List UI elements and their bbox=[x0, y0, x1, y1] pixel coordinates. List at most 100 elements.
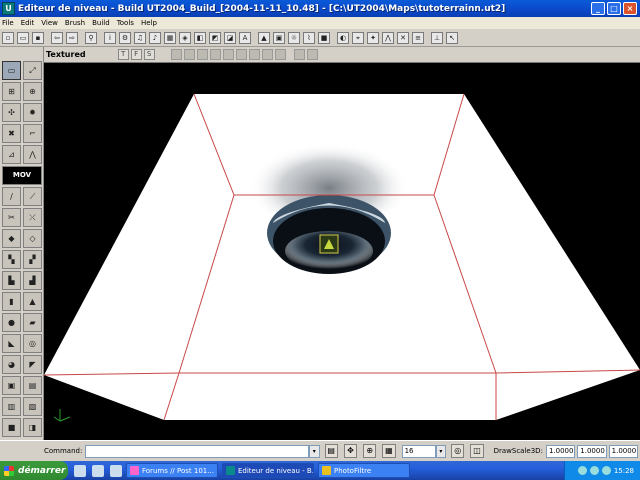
maximize-button[interactable]: □ bbox=[607, 2, 621, 15]
menu-edit[interactable]: Edit bbox=[21, 19, 35, 27]
mesh-icon[interactable]: ◈ bbox=[179, 31, 191, 44]
add-mover-icon[interactable]: ■ bbox=[2, 418, 21, 437]
undo-arrow-icon[interactable]: ⇦ bbox=[51, 31, 63, 44]
find-icon[interactable]: ⚲ bbox=[85, 31, 97, 44]
matinee-mov-tool[interactable]: MOV bbox=[2, 166, 42, 185]
grid-size-select[interactable]: 16 bbox=[401, 444, 436, 458]
save-icon[interactable]: ▪ bbox=[32, 31, 44, 44]
bevel-brush-icon[interactable]: ◕ bbox=[2, 355, 21, 374]
menu-build[interactable]: Build bbox=[92, 19, 110, 27]
menu-help[interactable]: Help bbox=[141, 19, 157, 27]
csg-intersect-icon[interactable]: ▥ bbox=[2, 397, 21, 416]
new-icon[interactable]: ▫ bbox=[2, 31, 14, 44]
drawscale-z-field[interactable]: 1.0000 bbox=[608, 444, 639, 458]
scale-tool-icon[interactable]: ⊞ bbox=[2, 82, 21, 101]
csg-subtract-icon[interactable]: ▤ bbox=[23, 376, 42, 395]
redo-arrow-icon[interactable]: ⇨ bbox=[66, 31, 78, 44]
start-button[interactable]: démarrer bbox=[0, 461, 68, 480]
sphere-brush-icon[interactable]: ● bbox=[2, 313, 21, 332]
polygon-tool-icon[interactable]: ⌐ bbox=[23, 124, 42, 143]
taskbar-task-editor[interactable]: Editeur de niveau - B... bbox=[222, 463, 314, 478]
animation-icon[interactable]: ◩ bbox=[209, 31, 221, 44]
curved-stairs-brush-icon[interactable]: ▞ bbox=[23, 250, 42, 269]
info-icon[interactable]: i bbox=[104, 31, 116, 44]
texture-pan-tool-icon[interactable]: ⊿ bbox=[2, 145, 21, 164]
group-icon[interactable]: ▲ bbox=[258, 31, 270, 44]
view-mode-lighting-icon[interactable] bbox=[222, 49, 234, 60]
torus-brush-icon[interactable]: ◎ bbox=[23, 334, 42, 353]
view-mode-zone-icon[interactable] bbox=[183, 49, 195, 60]
viewport-options-icon[interactable] bbox=[306, 49, 318, 60]
tray-volume-icon[interactable] bbox=[589, 466, 599, 475]
play-icon[interactable]: ◐ bbox=[337, 31, 349, 44]
camera-move-tool-icon[interactable]: ▭ bbox=[2, 61, 21, 80]
csg-deintersect-icon[interactable]: ▧ bbox=[23, 397, 42, 416]
tray-network-icon[interactable] bbox=[577, 466, 587, 475]
linear-stairs-brush-icon[interactable]: ▟ bbox=[23, 271, 42, 290]
cylinder-brush-icon[interactable]: ▮ bbox=[2, 292, 21, 311]
lofted-brush-icon[interactable]: ◤ bbox=[23, 355, 42, 374]
music-icon[interactable]: ♫ bbox=[134, 31, 146, 44]
command-input[interactable] bbox=[85, 444, 310, 458]
taskbar-task-forums[interactable]: Forums // Post 101... bbox=[126, 463, 218, 478]
build-paths-icon[interactable]: ⌇ bbox=[303, 31, 315, 44]
build-geometry-icon[interactable]: ▣ bbox=[273, 31, 285, 44]
camera-icon[interactable]: ⌖ bbox=[352, 31, 364, 44]
mesh-paint-tool-icon[interactable]: ⋀ bbox=[23, 145, 42, 164]
view-mode-depth-icon[interactable] bbox=[235, 49, 247, 60]
viewport-camera-icon[interactable] bbox=[293, 49, 305, 60]
rotation-lock-icon[interactable]: ⊕ bbox=[363, 444, 377, 458]
csg-add-icon[interactable]: ▣ bbox=[2, 376, 21, 395]
menu-file[interactable]: File bbox=[2, 19, 14, 27]
viewport-lock-f[interactable]: F bbox=[130, 49, 142, 60]
grid-size-dropdown-icon[interactable]: ▾ bbox=[435, 444, 447, 458]
build-all-icon[interactable]: ■ bbox=[318, 31, 330, 44]
sound-icon[interactable]: ♪ bbox=[149, 31, 161, 44]
menu-brush[interactable]: Brush bbox=[65, 19, 85, 27]
menu-tools[interactable]: Tools bbox=[117, 19, 134, 27]
minimize-button[interactable]: _ bbox=[591, 2, 605, 15]
snap-vertex-icon[interactable]: ✥ bbox=[343, 444, 358, 458]
light-icon[interactable]: ✦ bbox=[367, 31, 379, 44]
actor-icon[interactable]: ⚙ bbox=[119, 31, 131, 44]
face-drag-tool-icon[interactable]: ✹ bbox=[23, 103, 42, 122]
view-mode-texture-icon[interactable] bbox=[196, 49, 208, 60]
clip-tool-icon[interactable]: ∕ bbox=[2, 187, 21, 206]
taskbar-task-photofiltre[interactable]: PhotoFiltre bbox=[318, 463, 410, 478]
terrain-icon[interactable]: ⋀ bbox=[382, 31, 394, 44]
terrain-brush-icon[interactable]: ◣ bbox=[2, 334, 21, 353]
cursor-icon[interactable]: ↖ bbox=[446, 31, 458, 44]
spiral-stairs-brush-icon[interactable]: ▙ bbox=[2, 271, 21, 290]
open-icon[interactable]: ▭ bbox=[17, 31, 29, 44]
viewport-mode-label[interactable]: Textured bbox=[46, 50, 86, 59]
drawscale-y-field[interactable]: 1.0000 bbox=[577, 444, 607, 458]
stairs-brush-icon[interactable]: ▚ bbox=[2, 250, 21, 269]
view-mode-dynlight-icon[interactable] bbox=[209, 49, 221, 60]
rotate-tool-icon[interactable]: ⊕ bbox=[23, 82, 42, 101]
quicklaunch-desktop-icon[interactable] bbox=[92, 464, 104, 477]
texture-icon[interactable]: ▦ bbox=[164, 31, 176, 44]
font-icon[interactable]: A bbox=[239, 31, 251, 44]
add-special-icon[interactable]: ◨ bbox=[23, 418, 42, 437]
volumetric-brush-icon[interactable]: ▰ bbox=[23, 313, 42, 332]
tray-security-icon[interactable] bbox=[601, 466, 611, 475]
unreal-u-icon[interactable]: U bbox=[2, 2, 15, 15]
view-mode-unlit-icon[interactable] bbox=[248, 49, 260, 60]
menu-view[interactable]: View bbox=[41, 19, 58, 27]
grid-toggle-icon[interactable]: ▦ bbox=[382, 444, 396, 458]
view-mode-wire-icon[interactable] bbox=[170, 49, 182, 60]
viewport-lock-t[interactable]: T bbox=[117, 49, 129, 60]
clock[interactable]: 15:28 bbox=[614, 467, 634, 475]
3d-viewport[interactable] bbox=[44, 63, 640, 440]
close-button[interactable]: × bbox=[623, 2, 637, 15]
viewport-lock-s[interactable]: S bbox=[143, 49, 155, 60]
build-lighting-icon[interactable]: ☼ bbox=[288, 31, 300, 44]
sheet-brush-icon[interactable]: ◇ bbox=[23, 229, 42, 248]
cube-brush-icon[interactable]: ◆ bbox=[2, 229, 21, 248]
matinee-icon[interactable]: ✕ bbox=[397, 31, 409, 44]
title-bar[interactable]: U Editeur de niveau - Build UT2004_Build… bbox=[0, 0, 640, 17]
quicklaunch-ie-icon[interactable] bbox=[74, 464, 86, 477]
clip-delete-tool-icon[interactable]: ⤫ bbox=[23, 208, 42, 227]
terrain-tool-icon[interactable]: ✖ bbox=[2, 124, 21, 143]
vertex-edit-tool-icon[interactable]: ⤢ bbox=[23, 61, 42, 80]
